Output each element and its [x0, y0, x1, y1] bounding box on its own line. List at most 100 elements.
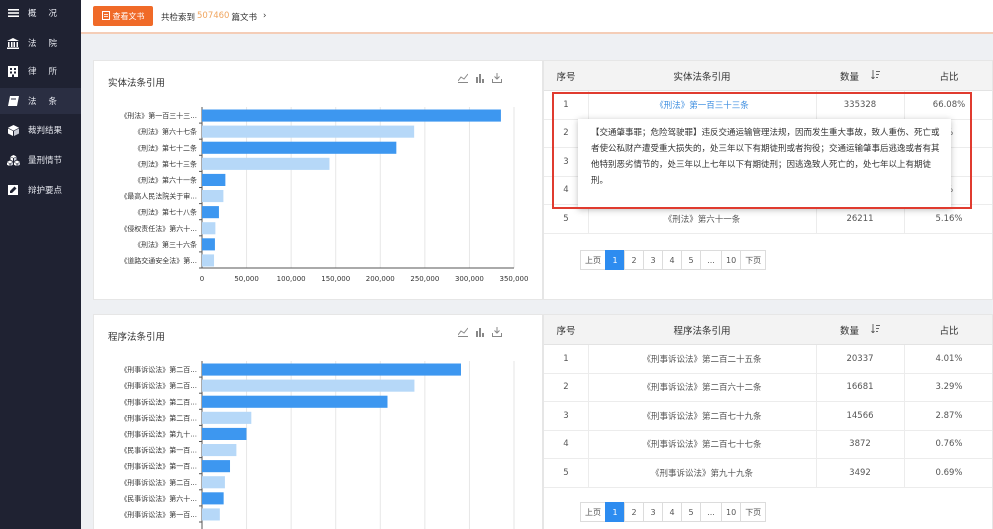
- bar[interactable]: [202, 460, 231, 473]
- page-button[interactable]: 5: [681, 502, 701, 522]
- sidebar-item-label: 法院: [28, 39, 70, 49]
- cell-count: 16681: [846, 382, 874, 393]
- bar[interactable]: [202, 508, 220, 521]
- category-label: 《刑法》第七十二条: [134, 143, 197, 152]
- substantive-chart-panel: 实体法条引用 《刑法》第一百三十三... 《刑法》第六十七条 《刑法》第七十二条 《刑…: [93, 60, 543, 300]
- category-label: 《侵权责任法》第六十...: [120, 224, 197, 233]
- x-tick-label: 200,000: [366, 275, 395, 283]
- sort-icon[interactable]: [871, 324, 880, 336]
- cell-article[interactable]: 《刑事诉讼法》第二百七十七条: [588, 431, 816, 459]
- found-count: 507460: [197, 11, 230, 21]
- column-divider: [816, 373, 817, 401]
- x-tick-label: 0: [200, 275, 204, 283]
- pagination: 上页 1 2 3 4 5... 10 下页: [580, 502, 767, 522]
- cell-article[interactable]: 《刑事诉讼法》第二百二十五条: [588, 345, 816, 373]
- prev-page-button[interactable]: 上页: [580, 250, 606, 270]
- chart-title: 实体法条引用: [108, 78, 166, 89]
- page-button[interactable]: 3: [643, 250, 663, 270]
- bar[interactable]: [202, 444, 237, 457]
- sidebar-item-label: 量刑情节: [28, 156, 63, 166]
- sidebar-item-defense-points[interactable]: 辩护要点: [0, 177, 81, 203]
- bar[interactable]: [202, 427, 247, 440]
- cell-article[interactable]: 《刑事诉讼法》第二百六十二条: [588, 374, 816, 402]
- bar[interactable]: [202, 190, 224, 203]
- bar[interactable]: [202, 173, 226, 186]
- table-row[interactable]: 3 《刑事诉讼法》第二百七十九条 14566 2.87%: [544, 402, 992, 431]
- table-header: 序号 程序法条引用 数量 占比: [544, 315, 992, 345]
- bar[interactable]: [202, 254, 215, 267]
- download-icon[interactable]: [492, 327, 502, 337]
- x-tick-label: 150,000: [321, 275, 350, 283]
- line-chart-icon[interactable]: [457, 327, 469, 337]
- sidebar: 概况 法院 律所 法条 裁判结果 量刑情节 辩护要点: [0, 0, 81, 529]
- x-tick-label: 100,000: [277, 275, 306, 283]
- bar[interactable]: [202, 222, 216, 235]
- page-button[interactable]: 1: [605, 502, 625, 522]
- cell-article[interactable]: 《刑法》第六十一条: [588, 205, 816, 233]
- cell-article[interactable]: 《刑事诉讼法》第二百七十九条: [588, 402, 816, 430]
- table-row[interactable]: 2 《刑事诉讼法》第二百六十二条 16681 3.29%: [544, 373, 992, 402]
- category-label: 《刑事诉讼法》第二百...: [120, 397, 197, 406]
- sidebar-item-courts[interactable]: 法院: [0, 30, 81, 56]
- bar[interactable]: [202, 379, 415, 392]
- page-button[interactable]: 4: [662, 502, 682, 522]
- bar[interactable]: [202, 141, 397, 154]
- page-button[interactable]: 3: [643, 502, 663, 522]
- document-icon: [101, 10, 110, 22]
- page-button[interactable]: 4: [662, 250, 682, 270]
- cell-index: 5: [563, 213, 569, 224]
- court-building-icon: [6, 36, 20, 50]
- category-label: 《刑法》第一百三十三...: [120, 111, 197, 120]
- column-divider: [588, 205, 589, 233]
- download-icon[interactable]: [492, 73, 502, 83]
- page-button[interactable]: 5: [681, 250, 701, 270]
- top-bar: 查看文书 共检索到 507460 篇文书 ›: [81, 0, 993, 34]
- col-count-header[interactable]: 数量: [816, 61, 904, 91]
- prev-page-button[interactable]: 上页: [580, 502, 606, 522]
- category-label: 《刑事诉讼法》第二百...: [120, 365, 197, 374]
- bar[interactable]: [202, 476, 225, 489]
- bar[interactable]: [202, 238, 215, 251]
- bar[interactable]: [202, 492, 224, 505]
- bar[interactable]: [202, 109, 501, 122]
- chevron-right-icon[interactable]: ›: [263, 11, 266, 23]
- count-header-label: 数量: [839, 326, 859, 337]
- sidebar-item-statutes[interactable]: 法条: [0, 88, 81, 114]
- line-chart-icon[interactable]: [457, 73, 469, 83]
- bar[interactable]: [202, 395, 388, 408]
- page-button[interactable]: 2: [624, 502, 644, 522]
- chart-toolbox: [457, 327, 502, 337]
- next-page-button[interactable]: 下页: [740, 250, 767, 270]
- column-divider: [816, 430, 817, 458]
- sort-icon[interactable]: [871, 70, 880, 82]
- col-count-header[interactable]: 数量: [816, 315, 904, 345]
- page-button[interactable]: 10: [721, 250, 742, 270]
- cell-count: 26211: [846, 213, 874, 224]
- table-row[interactable]: 1 《刑事诉讼法》第二百二十五条 20337 4.01%: [544, 345, 992, 374]
- bar[interactable]: [202, 206, 219, 219]
- page-button[interactable]: 1: [605, 250, 625, 270]
- sidebar-item-law-firms[interactable]: 律所: [0, 58, 81, 84]
- page-button[interactable]: 10: [721, 502, 742, 522]
- bar[interactable]: [202, 157, 330, 170]
- table-row[interactable]: 5 《刑法》第六十一条 26211 5.16%: [544, 205, 992, 234]
- cell-index: 4: [563, 439, 569, 450]
- column-divider: [904, 373, 905, 401]
- sidebar-item-sentencing-factors[interactable]: 量刑情节: [0, 147, 81, 173]
- bar[interactable]: [202, 411, 252, 424]
- page-button[interactable]: 2: [624, 250, 644, 270]
- bar[interactable]: [202, 363, 461, 376]
- table-row[interactable]: 5 《刑事诉讼法》第九十九条 3492 0.69%: [544, 459, 992, 488]
- view-documents-button[interactable]: 查看文书: [93, 6, 153, 26]
- procedural-chart-panel: 程序法条引用 《刑事诉讼法》第二百... 《刑事诉讼法》第二百... 《刑事诉讼法》…: [93, 314, 543, 529]
- sidebar-item-judgment-results[interactable]: 裁判结果: [0, 117, 81, 143]
- law-firm-building-icon: [6, 64, 20, 78]
- next-page-button[interactable]: 下页: [740, 502, 767, 522]
- bar-chart-icon[interactable]: [475, 327, 485, 337]
- table-row[interactable]: 4 《刑事诉讼法》第二百七十七条 3872 0.76%: [544, 430, 992, 459]
- bar-chart-icon[interactable]: [475, 73, 485, 83]
- sidebar-item-overview[interactable]: 概况: [0, 0, 81, 26]
- cell-article[interactable]: 《刑事诉讼法》第九十九条: [588, 459, 816, 487]
- bar[interactable]: [202, 125, 415, 138]
- category-label: 《刑法》第三十六条: [134, 240, 197, 249]
